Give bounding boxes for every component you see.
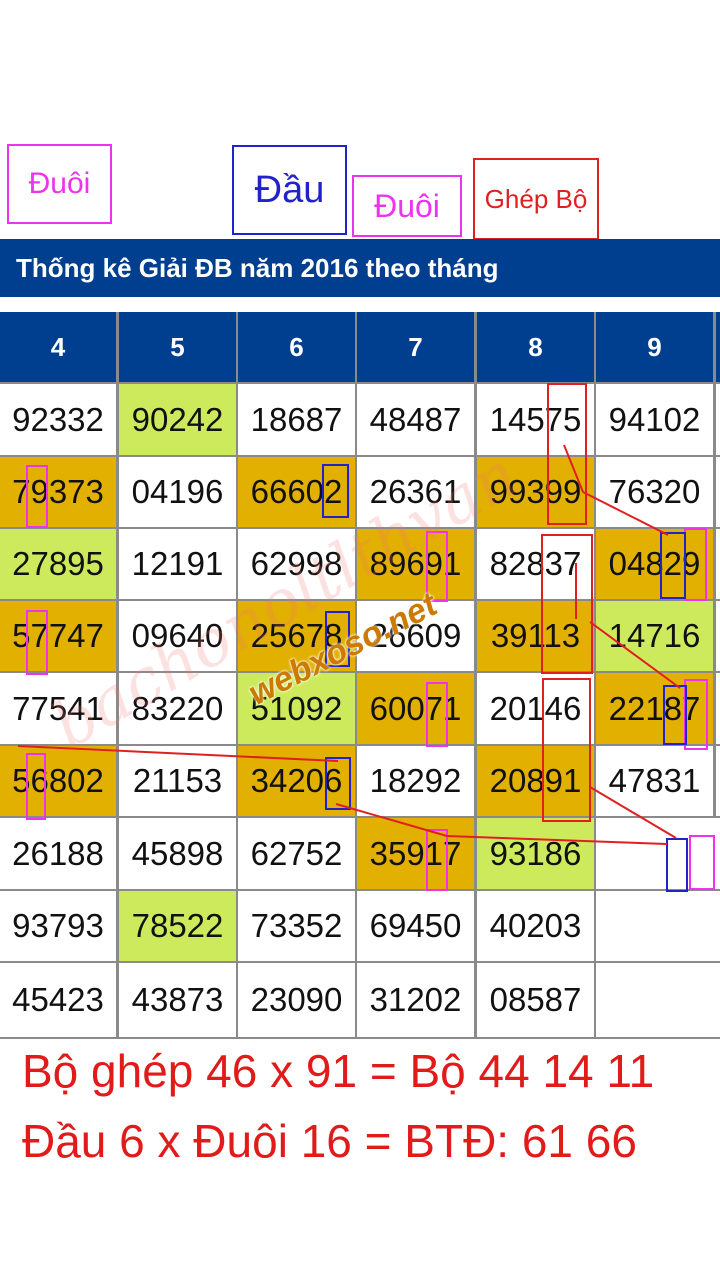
table-cell-partial [716, 746, 720, 816]
table-cell: 23090 [238, 963, 355, 1037]
table-cell-empty [596, 818, 720, 889]
table-cell-partial [716, 673, 720, 744]
table-cell: 90242 [119, 384, 236, 455]
table-cell: 08587 [477, 963, 594, 1037]
column-header-9: 9 [596, 312, 713, 382]
table-cell: 39113 [477, 601, 594, 671]
table-cell: 57747 [0, 601, 116, 671]
table-cell: 93186 [477, 818, 594, 889]
legend-duoi-box-2: Đuôi [352, 175, 462, 237]
bach-thu-de-note: Đầu 6 x Đuôi 16 = BTĐ: 61 66 [22, 1115, 637, 1167]
table-cell: 21153 [119, 746, 236, 816]
table-cell: 35917 [357, 818, 474, 889]
legend-ghep-bo-box: Ghép Bộ [473, 158, 599, 240]
column-header-5: 5 [119, 312, 236, 382]
table-cell: 73352 [238, 891, 355, 961]
table-cell-partial [716, 384, 720, 455]
table-cell-partial [716, 529, 720, 599]
table-cell: 04196 [119, 457, 236, 527]
table-cell: 56802 [0, 746, 116, 816]
table-cell: 60071 [357, 673, 474, 744]
table-cell: 92332 [0, 384, 116, 455]
table-cell: 45423 [0, 963, 116, 1037]
column-header-7: 7 [357, 312, 474, 382]
table-cell: 22187 [596, 673, 713, 744]
page-title: Thống kê Giải ĐB năm 2016 theo tháng [0, 239, 720, 297]
column-header-partial [716, 312, 720, 382]
table-cell: 31202 [357, 963, 474, 1037]
ghep-bo-note: Bộ ghép 46 x 91 = Bộ 44 14 11 [22, 1045, 655, 1097]
table-cell: 18687 [238, 384, 355, 455]
table-cell: 40203 [477, 891, 594, 961]
legend-duoi-box-1: Đuôi [7, 144, 112, 224]
table-cell-empty [596, 963, 720, 1037]
table-cell: 48487 [357, 384, 474, 455]
table-cell: 27895 [0, 529, 116, 599]
table-cell: 04829 [596, 529, 713, 599]
table-cell-empty [596, 891, 720, 961]
table-cell: 34206 [238, 746, 355, 816]
table-cell: 94102 [596, 384, 713, 455]
table-cell-partial [716, 601, 720, 671]
table-cell-partial [716, 457, 720, 527]
table-cell: 47831 [596, 746, 713, 816]
table-cell: 14716 [596, 601, 713, 671]
table-cell: 66602 [238, 457, 355, 527]
column-header-8: 8 [477, 312, 594, 382]
column-header-4: 4 [0, 312, 116, 382]
table-cell: 93793 [0, 891, 116, 961]
table-cell: 82837 [477, 529, 594, 599]
table-cell: 79373 [0, 457, 116, 527]
table-cell: 69450 [357, 891, 474, 961]
table-cell: 43873 [119, 963, 236, 1037]
table-cell: 62752 [238, 818, 355, 889]
table-cell: 78522 [119, 891, 236, 961]
legend-dau-box: Đầu [232, 145, 347, 235]
table-cell: 12191 [119, 529, 236, 599]
table-cell: 76320 [596, 457, 713, 527]
column-header-6: 6 [238, 312, 355, 382]
table-cell: 18292 [357, 746, 474, 816]
table-cell: 26188 [0, 818, 116, 889]
table-cell: 20891 [477, 746, 594, 816]
table-cell: 45898 [119, 818, 236, 889]
table-cell: 20146 [477, 673, 594, 744]
